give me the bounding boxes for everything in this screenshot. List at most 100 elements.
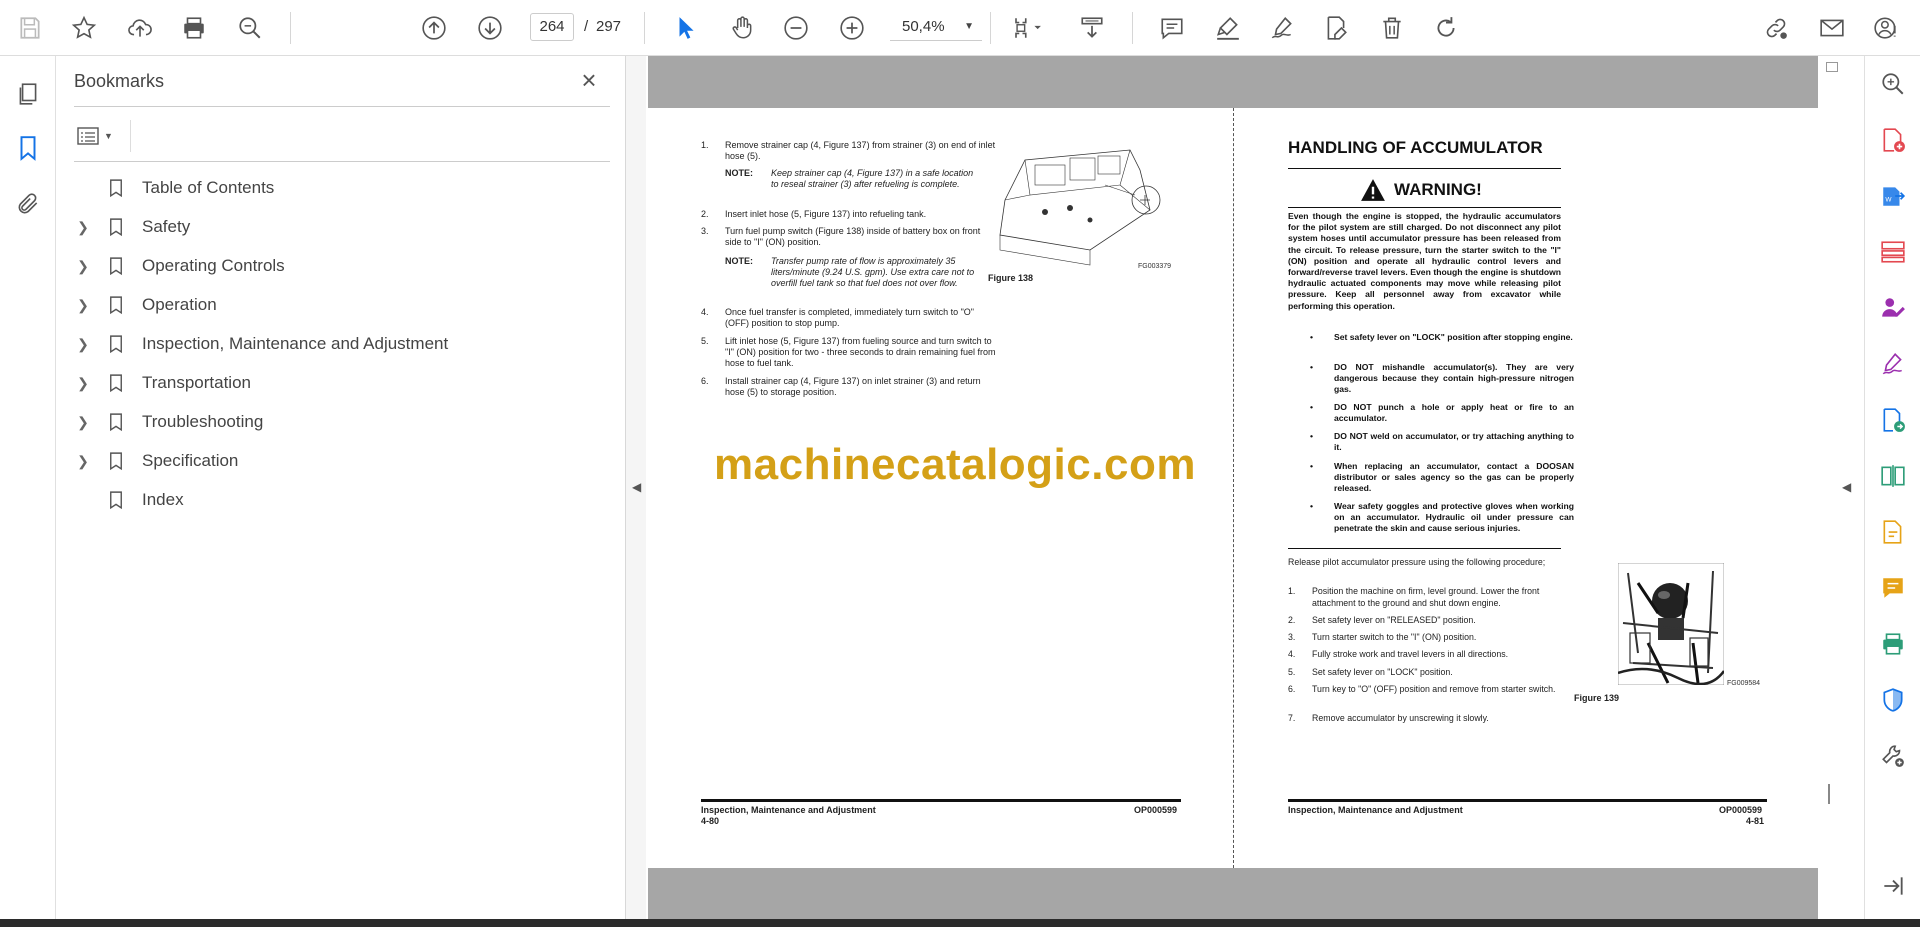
- bookmark-label: Table of Contents: [142, 178, 275, 197]
- fill-and-sign-icon[interactable]: [1877, 348, 1909, 380]
- figure-138-image: [999, 149, 1161, 266]
- bookmark-item[interactable]: ❯ Operating Controls: [72, 250, 592, 282]
- warning-icon: [1361, 179, 1385, 201]
- warning-bullet: • DO NOT weld on accumulator, or try atta…: [1310, 431, 1574, 453]
- bookmark-label: Safety: [142, 217, 191, 236]
- watermark-text: machinecatalogic.com: [714, 440, 1196, 489]
- more-tools-icon[interactable]: [1877, 740, 1909, 772]
- sign-icon[interactable]: [1264, 10, 1300, 46]
- bookmark-label: Inspection, Maintenance and Adjustment: [142, 334, 449, 353]
- zoom-in-icon[interactable]: [834, 10, 870, 46]
- bookmark-item[interactable]: Table of Contents: [72, 172, 592, 204]
- cloud-upload-icon[interactable]: [122, 10, 158, 46]
- bookmark-item[interactable]: Index: [72, 484, 592, 516]
- document-background: [648, 868, 1818, 919]
- print-icon[interactable]: [176, 10, 212, 46]
- attachment-icon[interactable]: [10, 186, 46, 222]
- chevron-right-icon[interactable]: ❯: [72, 219, 94, 236]
- page-fit-icon[interactable]: [1006, 10, 1052, 46]
- comment-tool-icon[interactable]: [1877, 572, 1909, 604]
- request-signatures-icon[interactable]: [1877, 292, 1909, 324]
- print-production-icon[interactable]: [1877, 628, 1909, 660]
- list-options-icon: [77, 127, 99, 145]
- bookmarks-panel: Bookmarks × ▼ Table of Contents ❯ Safety…: [56, 56, 626, 919]
- procedure-intro: Release pilot accumulator pressure using…: [1288, 557, 1546, 567]
- scroll-position-mark: [1828, 784, 1830, 804]
- bookmarks-title: Bookmarks: [74, 71, 165, 91]
- highlight-icon[interactable]: [1210, 10, 1246, 46]
- share-link-icon[interactable]: [1758, 10, 1794, 46]
- chevron-right-icon[interactable]: ❯: [72, 336, 94, 353]
- bookmark-icon: [102, 490, 130, 510]
- chevron-right-icon[interactable]: ❯: [72, 297, 94, 314]
- zoom-select[interactable]: 50,4% ▼: [890, 13, 982, 41]
- chevron-right-icon[interactable]: ❯: [72, 375, 94, 392]
- footer-code: OP000599: [1719, 805, 1763, 815]
- create-pdf-icon[interactable]: [1877, 124, 1909, 156]
- organize-pages-icon[interactable]: [1877, 236, 1909, 268]
- figure-caption: Figure 139: [1574, 693, 1620, 703]
- fill-sign-icon[interactable]: [1318, 10, 1354, 46]
- bookmark-item[interactable]: ❯ Safety: [72, 211, 592, 243]
- compare-files-icon[interactable]: [1877, 460, 1909, 492]
- collapse-right-icon[interactable]: ◀: [1842, 480, 1851, 494]
- bookmark-label: Operation: [142, 295, 217, 314]
- bookmark-item[interactable]: ❯ Inspection, Maintenance and Adjustment: [72, 328, 592, 360]
- left-nav-rail: [0, 56, 56, 919]
- save-icon[interactable]: [12, 10, 48, 46]
- protect-icon[interactable]: [1877, 684, 1909, 716]
- warning-bullet: • Wear safety goggles and protective glov…: [1310, 501, 1574, 534]
- section-heading: HANDLING OF ACCUMULATOR: [1288, 138, 1543, 157]
- document-background: [648, 56, 1818, 108]
- left-panel-splitter[interactable]: ◀: [626, 56, 646, 919]
- zoom-out-icon[interactable]: [778, 10, 814, 46]
- tools-rail: W: [1864, 56, 1920, 919]
- footer-page-number: 4-80: [701, 816, 720, 826]
- rotate-icon[interactable]: [1428, 10, 1464, 46]
- chevron-right-icon[interactable]: ❯: [72, 258, 94, 275]
- page-down-icon[interactable]: [472, 10, 508, 46]
- figure-139-image: [1618, 563, 1724, 685]
- select-cursor-icon[interactable]: [668, 10, 704, 46]
- page-divider: [1233, 108, 1234, 868]
- warning-title: WARNING!: [1360, 178, 1482, 202]
- star-icon[interactable]: [66, 10, 102, 46]
- hand-icon[interactable]: [724, 10, 760, 46]
- bookmark-item[interactable]: ❯ Specification: [72, 445, 592, 477]
- warning-bullet: • Set safety lever on "LOCK" position aft…: [1310, 332, 1573, 342]
- comment-icon[interactable]: [1154, 10, 1190, 46]
- close-icon[interactable]: ×: [576, 67, 602, 94]
- pages-thumbnail-icon[interactable]: [10, 76, 46, 112]
- chevron-right-icon[interactable]: ❯: [72, 414, 94, 431]
- zoom-value: 50,4%: [902, 18, 945, 35]
- figure-code: FG009584: [1727, 680, 1761, 687]
- bookmark-item[interactable]: ❯ Troubleshooting: [72, 406, 592, 438]
- account-icon[interactable]: [1868, 10, 1904, 46]
- edit-pdf-icon[interactable]: [1877, 516, 1909, 548]
- bookmark-label: Specification: [142, 451, 239, 470]
- warning-body: Even though the engine is stopped, the h…: [1288, 211, 1561, 311]
- bookmark-item[interactable]: ❯ Transportation: [72, 367, 592, 399]
- page-number-input[interactable]: 264: [530, 13, 574, 41]
- chevron-right-icon[interactable]: ❯: [72, 453, 94, 470]
- export-pdf-icon[interactable]: W: [1877, 180, 1909, 212]
- zoom-search-icon[interactable]: [1877, 68, 1909, 100]
- footer-section: Inspection, Maintenance and Adjustment: [701, 805, 876, 815]
- bookmark-label: Troubleshooting: [142, 412, 264, 431]
- send-for-review-icon[interactable]: [1877, 404, 1909, 436]
- search-icon[interactable]: [232, 10, 268, 46]
- bookmark-options-button[interactable]: ▼: [76, 122, 124, 150]
- right-panel-splitter[interactable]: ◀: [1838, 56, 1858, 919]
- delete-icon[interactable]: [1374, 10, 1410, 46]
- bookmark-panel-icon[interactable]: [10, 130, 46, 166]
- bookmark-icon: [102, 412, 130, 432]
- vertical-scrollbar[interactable]: [1820, 56, 1838, 919]
- figure-caption: Figure 138: [988, 273, 1034, 283]
- collapse-left-icon[interactable]: ◀: [632, 480, 641, 494]
- scrollbar-thumb[interactable]: [1826, 62, 1838, 72]
- scroll-mode-icon[interactable]: [1074, 10, 1110, 46]
- expand-panel-icon[interactable]: [1877, 870, 1909, 902]
- email-icon[interactable]: [1814, 10, 1850, 46]
- bookmark-item[interactable]: ❯ Operation: [72, 289, 592, 321]
- page-up-icon[interactable]: [416, 10, 452, 46]
